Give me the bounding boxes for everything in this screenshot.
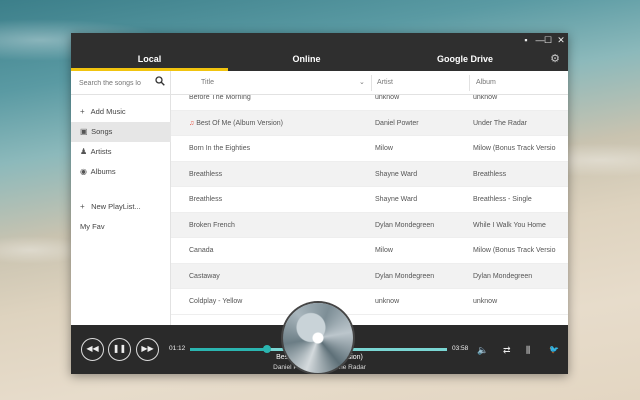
song-title: Breathless [189, 162, 369, 188]
song-title: Broken French [189, 213, 369, 239]
song-album: unknow [473, 95, 498, 101]
sort-icon[interactable]: ⌄ [359, 71, 365, 95]
column-divider [371, 75, 372, 91]
music-player-window: ▪ — ☐ ✕ Local Online Google Drive ⚙ + Ad… [71, 33, 568, 374]
elapsed-time: 01:12 [169, 345, 186, 352]
sidebar-item-label: Artists [90, 147, 112, 156]
close-icon[interactable]: ✕ [556, 35, 566, 45]
album-art-disc[interactable] [283, 303, 353, 373]
song-artist: Shayne Ward [375, 170, 418, 178]
window-menu-icon[interactable]: ▪ [521, 35, 531, 45]
table-row[interactable]: Born In the Eighties Milow Milow (Bonus Tr… [171, 136, 568, 162]
albums-icon: ◉ [80, 167, 87, 176]
tab-bar: Local Online Google Drive ⚙ [71, 47, 568, 71]
song-album: Dylan Mondegreen [473, 272, 533, 280]
song-title: Coldplay - Yellow [189, 289, 369, 315]
song-title: Castaway [189, 264, 369, 290]
song-artist: Dylan Mondegreen [375, 221, 435, 229]
sidebar-item-label: New PlayList... [91, 202, 141, 211]
song-album: Breathless [473, 170, 507, 178]
table-row[interactable]: Castaway Dylan Mondegreen Dylan Mondegreen [171, 263, 568, 290]
tab-online[interactable]: Online [228, 47, 385, 71]
artists-icon: ♟ [80, 147, 88, 156]
table-header: Title ⌄ Artist Album [171, 71, 568, 95]
song-artist: unknow [375, 95, 400, 101]
song-album: While I Walk You Home [473, 221, 546, 229]
song-title: Canada [189, 238, 369, 264]
song-title-text: Canada [189, 247, 214, 254]
sidebar-item-albums[interactable]: ◉ Albums [71, 162, 171, 182]
sidebar-item-label: My Fav [80, 222, 105, 231]
table-row[interactable]: Coldplay - Yellow unknow unknow [171, 289, 568, 315]
song-title: ♫ Best Of Me (Album Version) [189, 111, 369, 137]
song-list: Before The Morning unknow unknow ♫ Best Of … [171, 95, 568, 325]
maximize-icon[interactable]: ☐ [543, 35, 553, 45]
song-title-text: Born In the Eighties [189, 145, 251, 152]
song-title-text: Coldplay - Yellow [189, 298, 243, 305]
plus-icon: + [80, 107, 85, 116]
sidebar-item-new-playlist[interactable]: + New PlayList... [71, 197, 171, 217]
song-artist: Shayne Ward [375, 196, 418, 203]
sidebar-item-artists[interactable]: ♟ Artists [71, 142, 171, 162]
song-title-text: Broken French [189, 221, 235, 229]
table-row[interactable]: Before The Morning unknow unknow [171, 95, 568, 111]
song-artist: unknow [375, 298, 400, 305]
table-row[interactable]: Breathless Shayne Ward Breathless - Single [171, 187, 568, 213]
song-title: Born In the Eighties [189, 136, 369, 162]
sidebar-item-my-fav[interactable]: My Fav [71, 217, 171, 237]
song-album: Under The Radar [473, 119, 527, 127]
song-artist: Dylan Mondegreen [375, 272, 435, 280]
progress-handle[interactable] [263, 345, 272, 353]
sidebar-item-label: Songs [91, 127, 113, 136]
column-header-album[interactable]: Album [476, 71, 496, 95]
table-row[interactable]: Broken French Dylan Mondegreen While I Wal… [171, 212, 568, 239]
plus-icon: + [80, 202, 85, 211]
song-title: Breathless [189, 187, 369, 213]
column-divider [469, 75, 470, 91]
tab-google-drive[interactable]: Google Drive [385, 47, 545, 71]
song-album: Milow (Bonus Track Versio [473, 145, 556, 152]
songs-icon: ▣ [80, 127, 88, 136]
song-title-text: Best Of Me (Album Version) [196, 119, 283, 127]
search-input[interactable] [79, 76, 151, 90]
gear-icon[interactable]: ⚙ [550, 52, 560, 65]
sidebar-item-songs[interactable]: ▣ Songs [71, 122, 171, 142]
table-row[interactable]: Canada Milow Milow (Bonus Track Versio [171, 238, 568, 264]
sidebar-item-add-music[interactable]: + Add Music [71, 102, 171, 122]
song-album: unknow [473, 298, 498, 305]
song-album: Breathless - Single [473, 196, 532, 203]
song-artist: Milow [375, 145, 393, 152]
song-title-text: Before The Morning [189, 95, 251, 101]
share-icon[interactable]: 🐦 [549, 345, 559, 354]
sidebar-item-label: Albums [90, 167, 116, 176]
table-row[interactable]: Breathless Shayne Ward Breathless [171, 161, 568, 188]
song-title-text: Breathless [189, 196, 223, 203]
tab-local[interactable]: Local [71, 47, 228, 71]
song-artist: Daniel Powter [375, 119, 419, 127]
title-bar: ▪ — ☐ ✕ [71, 33, 568, 47]
column-header-artist[interactable]: Artist [377, 71, 393, 95]
duration-time: 03:58 [452, 345, 469, 352]
song-title: Before The Morning [189, 95, 369, 111]
column-header-title[interactable]: Title [201, 71, 214, 95]
progress-fill [190, 348, 268, 351]
song-artist: Milow [375, 247, 393, 254]
song-title-text: Breathless [189, 170, 223, 178]
sidebar-item-label: Add Music [90, 107, 126, 116]
table-row[interactable]: ♫ Best Of Me (Album Version) Daniel Powte… [171, 110, 568, 137]
search-icon[interactable] [155, 76, 165, 86]
song-album: Milow (Bonus Track Versio [473, 247, 556, 254]
sidebar: + Add Music ▣ Songs ♟ Artists ◉ Albums +… [71, 71, 171, 325]
song-title-text: Castaway [189, 272, 220, 280]
search-box [71, 71, 171, 95]
